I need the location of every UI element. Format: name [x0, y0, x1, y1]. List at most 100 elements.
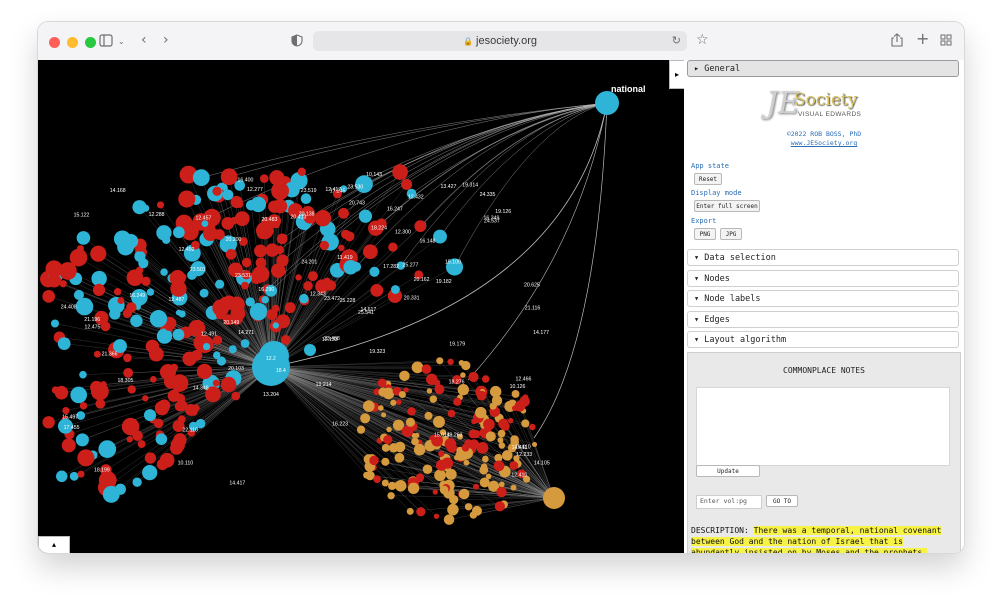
notes-title: COMMONPLACE NOTES [783, 366, 865, 375]
node-label: 12.466 [516, 377, 532, 383]
graph-node [123, 353, 132, 363]
graph-node [202, 342, 211, 351]
node-label: 12.432 [408, 195, 424, 201]
graph-node [498, 442, 506, 449]
graph-node [153, 418, 164, 429]
forward-arrow-icon[interactable]: › [163, 33, 169, 47]
graph-node [123, 233, 139, 249]
node-label: 17.282 [383, 264, 399, 270]
chevron-down-icon[interactable]: ⌄ [118, 35, 125, 49]
graph-node [363, 400, 375, 412]
url-text: jesociety.org [476, 35, 537, 47]
graph-node [170, 280, 187, 297]
graph-node [457, 384, 469, 396]
graph-node [98, 440, 117, 458]
graph-node [453, 397, 462, 406]
node-labels-section-header[interactable]: ▾ Node labels [687, 290, 959, 307]
sidebar-toggle-icon[interactable] [99, 34, 113, 47]
node-label: 12.491 [201, 331, 217, 337]
graph-node [307, 271, 318, 282]
back-arrow-icon[interactable]: ‹ [141, 33, 147, 47]
graph-node [493, 460, 505, 472]
node-label: 12.457 [195, 216, 211, 222]
minimize-window-button[interactable] [67, 37, 78, 48]
bottom-toggle-arrow-icon[interactable]: ▴ [38, 536, 70, 553]
edges-section-header[interactable]: ▾ Edges [687, 311, 959, 328]
node-label: 25.228 [340, 298, 356, 304]
graph-node [482, 455, 489, 463]
graph-node [446, 442, 457, 453]
graph-node [137, 440, 146, 448]
graph-node [142, 395, 149, 402]
reset-button[interactable]: Reset [694, 173, 722, 185]
go-to-button[interactable]: GO TO [766, 495, 798, 507]
reload-icon[interactable]: ↻ [672, 34, 681, 47]
graph-node [399, 370, 410, 382]
share-icon[interactable] [891, 33, 903, 47]
privacy-shield-icon[interactable] [291, 34, 303, 47]
graph-node [476, 390, 487, 401]
graph-canvas[interactable]: 23.531 23.530 23.501 23.472 20.743 25.277 16.4… [38, 60, 684, 553]
graph-node [411, 361, 424, 374]
lock-icon: 🔒 [463, 37, 473, 46]
graph-node [391, 285, 400, 294]
graph-node [50, 319, 59, 328]
export-png-button[interactable]: PNG [694, 228, 716, 240]
general-section-header[interactable]: ▸ General [687, 60, 959, 77]
graph-node [432, 415, 445, 428]
node-label: 19.323 [369, 349, 385, 355]
graph-node [377, 378, 387, 388]
close-window-button[interactable] [49, 37, 60, 48]
graph-node [75, 433, 89, 447]
graph-node [196, 363, 213, 380]
graph-node [249, 302, 268, 321]
graph-node [256, 228, 268, 239]
node-label: 16.400 [238, 177, 254, 183]
graph-node [403, 387, 409, 393]
graph-node [92, 283, 106, 296]
graph-node [234, 211, 250, 227]
graph-node [126, 269, 144, 287]
graph-node [481, 375, 490, 383]
graph-node [319, 240, 330, 251]
graph-node [150, 375, 157, 383]
update-button[interactable]: Update [696, 465, 760, 477]
graph-node [132, 477, 142, 487]
data-selection-section-header[interactable]: ▾ Data selection [687, 249, 959, 266]
node-label: 14.417 [229, 480, 245, 486]
zoom-window-button[interactable] [85, 37, 96, 48]
layout-algorithm-section-header[interactable]: ▾ Layout algorithm [687, 331, 959, 348]
nodes-section-header[interactable]: ▾ Nodes [687, 270, 959, 287]
node-label: 14.348 [193, 385, 209, 391]
graph-node [422, 464, 433, 475]
export-jpg-button[interactable]: JPG [720, 228, 742, 240]
graph-node [521, 419, 530, 428]
graph-node [489, 385, 502, 398]
graph-node [127, 385, 136, 394]
tab-overview-icon[interactable] [940, 34, 952, 46]
address-bar[interactable]: 🔒 jesociety.org ↻ [313, 31, 687, 51]
volume-page-input[interactable]: Enter vol:pg [696, 495, 762, 509]
node-label: 15.100 [445, 260, 461, 266]
graph-node [381, 443, 390, 452]
graph-node [421, 364, 432, 374]
panel-toggle-arrow-icon[interactable]: ▸ [669, 60, 684, 89]
website-link[interactable]: www.JESociety.org [684, 139, 964, 147]
graph-node [398, 390, 406, 399]
graph-node [126, 302, 137, 313]
graph-node [441, 457, 454, 469]
graph-node [58, 262, 77, 280]
graph-node [42, 416, 55, 429]
network-graph[interactable]: 23.531 23.530 23.501 23.472 20.743 25.277 16.4… [38, 60, 684, 553]
graph-node [418, 509, 425, 516]
graph-node [126, 436, 133, 443]
notes-textarea[interactable] [696, 387, 950, 466]
fullscreen-button[interactable]: Enter full screen [694, 200, 760, 212]
graph-node [497, 429, 506, 438]
favorites-star-icon[interactable]: ☆ [696, 33, 709, 47]
app-state-label: App state [691, 162, 729, 170]
graph-node [485, 431, 496, 442]
graph-node [463, 459, 470, 466]
graph-node [476, 441, 489, 454]
new-tab-icon[interactable]: + [916, 31, 929, 47]
